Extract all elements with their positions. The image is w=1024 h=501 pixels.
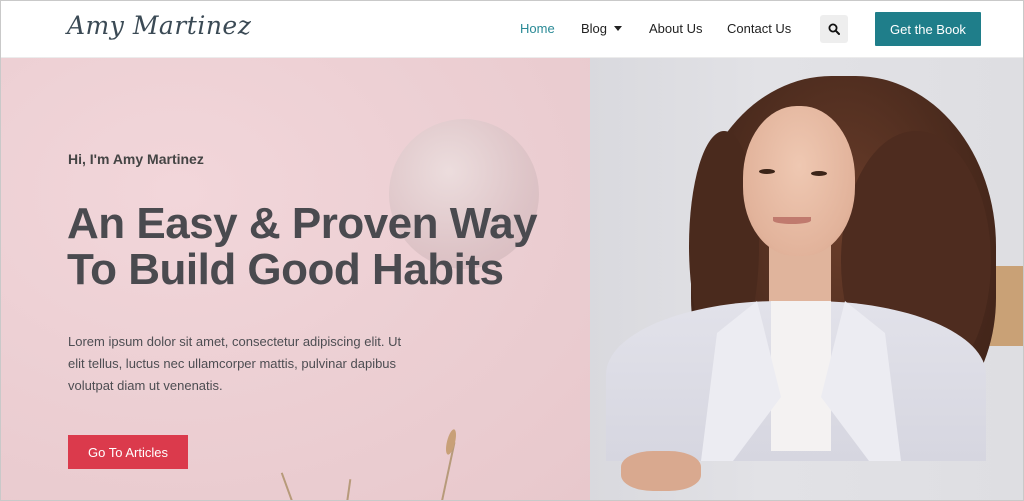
site-header: Amy Martinez Home Blog About Us Contact … xyxy=(1,1,1023,58)
portrait-face xyxy=(743,106,855,256)
get-book-button[interactable]: Get the Book xyxy=(875,12,981,46)
site-logo[interactable]: Amy Martinez xyxy=(67,11,251,40)
portrait-mouth xyxy=(773,217,811,224)
search-icon xyxy=(828,23,840,35)
portrait-eye-left xyxy=(759,169,775,174)
nav-about[interactable]: About Us xyxy=(649,21,702,36)
page-frame: Amy Martinez Home Blog About Us Contact … xyxy=(0,0,1024,501)
hero-description-line-1: Lorem ipsum dolor sit amet, consectetur … xyxy=(68,334,402,349)
hero-description: Lorem ipsum dolor sit amet, consectetur … xyxy=(68,331,428,397)
hero-description-line-2: elit tellus, luctus nec ullamcorper matt… xyxy=(68,356,397,371)
hero-greeting: Hi, I'm Amy Martinez xyxy=(68,151,204,167)
hero-description-line-3: volutpat diam ut venenatis. xyxy=(68,378,223,393)
portrait-eye-right xyxy=(811,171,827,176)
hero-headline: An Easy & Proven Way To Build Good Habit… xyxy=(67,199,538,294)
nav-blog[interactable]: Blog xyxy=(581,21,623,36)
portrait-shirt xyxy=(771,301,831,451)
nav-home[interactable]: Home xyxy=(520,21,555,36)
hero-headline-line-2: To Build Good Habits xyxy=(67,245,504,294)
chevron-down-icon xyxy=(614,26,623,31)
nav-contact[interactable]: Contact Us xyxy=(727,21,791,36)
nav-blog-label: Blog xyxy=(581,21,608,36)
go-to-articles-button[interactable]: Go To Articles xyxy=(68,435,188,469)
portrait-hand xyxy=(621,451,701,491)
search-button[interactable] xyxy=(820,15,848,43)
hero-headline-line-1: An Easy & Proven Way xyxy=(67,199,538,248)
